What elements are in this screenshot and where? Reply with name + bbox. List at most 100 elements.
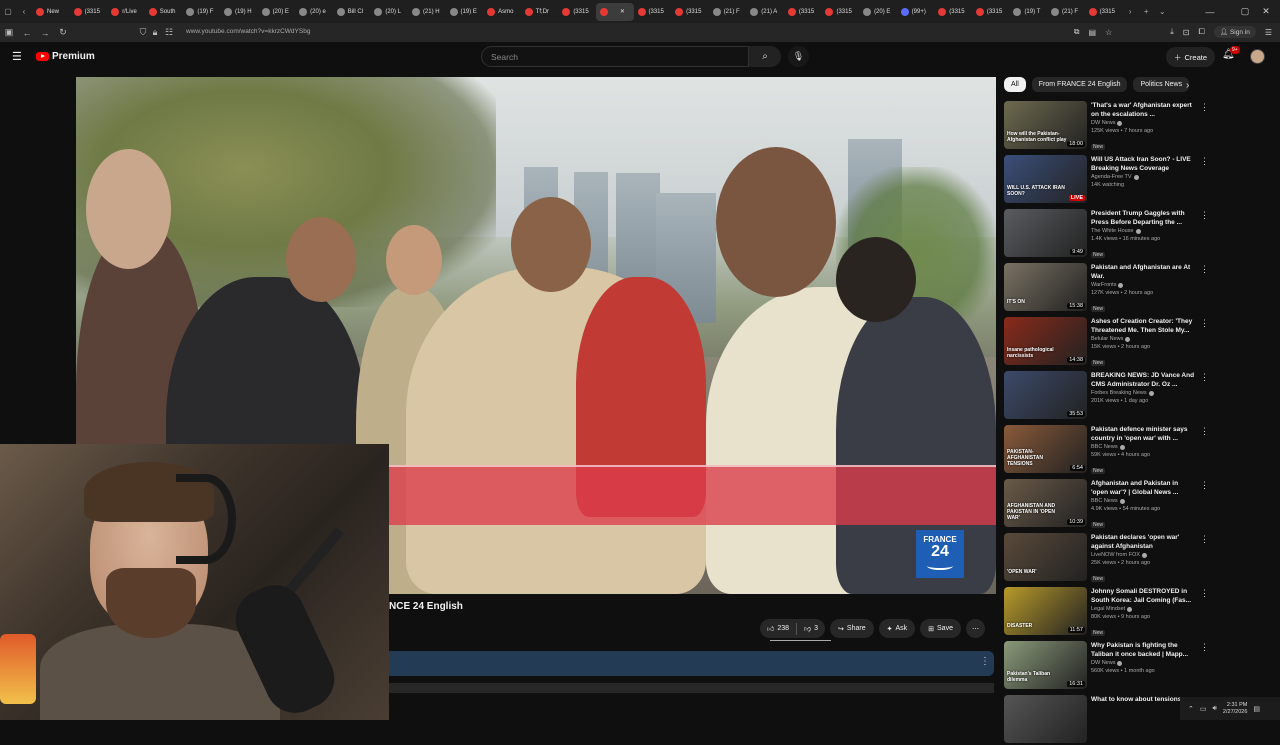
chip-politics-news[interactable]: Politics News [1133,77,1190,92]
video-title[interactable]: Pakistan and Afghanistan are At War. [1091,263,1196,281]
download-icon[interactable]: ⤓ [1170,27,1174,37]
recommended-video[interactable]: How will the Pakistan-Afghanistan confli… [1004,101,1209,151]
recommended-video[interactable]: Pakistan's Taliban dilemma 16:31 Why Pakis… [1004,641,1209,691]
screenshot-icon[interactable]: ⊡ [1183,28,1190,37]
create-button[interactable]: ＋ Create [1166,47,1216,67]
video-thumbnail[interactable]: DISASTER 11:57 [1004,587,1087,635]
recommended-video[interactable]: WILL U.S. ATTACK IRAN SOON? LIVE Will US A… [1004,155,1209,205]
browser-tab[interactable]: Tf;Dr [521,3,559,21]
video-more-options-icon[interactable]: ⋮ [1200,102,1209,113]
channel-name[interactable]: WarFronts [1091,281,1196,289]
browser-tab[interactable]: South [145,3,183,21]
channel-name[interactable]: DW News [1091,659,1196,667]
browser-tab[interactable]: (21) F [1047,3,1085,21]
browser-tab[interactable]: (20) e [295,3,333,21]
channel-name[interactable]: Legal Mindset [1091,605,1196,613]
browser-tab[interactable]: (3315 [821,3,859,21]
video-thumbnail[interactable]: AFGHANISTAN AND PAKISTAN IN 'OPEN WAR' 10… [1004,479,1087,527]
channel-name[interactable]: Agenda-Free TV [1091,173,1196,181]
recommended-video[interactable]: PAKISTAN-AFGHANISTAN TENSIONS 6:54 Pakista… [1004,425,1209,475]
tray-chevron-icon[interactable]: ⌃ [1188,705,1194,713]
browser-tab[interactable]: (3315 [671,3,709,21]
browser-tab[interactable]: (21) A [746,3,784,21]
minimize-icon[interactable]: — [1196,0,1224,23]
tab-scroll-left-icon[interactable]: ‹ [16,0,32,23]
browser-menu-icon[interactable]: ☰ [1265,28,1272,37]
search-icon[interactable]: ⌕ [749,46,781,67]
browser-tab[interactable]: (21) F [709,3,747,21]
video-title[interactable]: Why Pakistan is fighting the Taliban it … [1091,641,1196,659]
recommended-video[interactable]: IT'S ON 15:38 Pakistan and Afghanistan are… [1004,263,1209,313]
video-thumbnail[interactable]: 'OPEN WAR' [1004,533,1087,581]
channel-name[interactable]: BBC News [1091,497,1196,505]
video-title[interactable]: Pakistan declares 'open war' against Afg… [1091,533,1196,551]
video-more-options-icon[interactable]: ⋮ [1200,534,1209,545]
video-more-options-icon[interactable]: ⋮ [1200,318,1209,329]
video-thumbnail[interactable]: IT'S ON 15:38 [1004,263,1087,311]
browser-tab[interactable]: (19) E [446,3,484,21]
browser-tab[interactable]: r/Live [107,3,145,21]
video-more-options-icon[interactable]: ⋮ [1200,372,1209,383]
video-thumbnail[interactable]: How will the Pakistan-Afghanistan confli… [1004,101,1087,149]
video-thumbnail[interactable]: 35:53 [1004,371,1087,419]
video-more-options-icon[interactable]: ⋮ [1200,588,1209,599]
recommended-video[interactable]: AFGHANISTAN AND PAKISTAN IN 'OPEN WAR' 10… [1004,479,1209,529]
recommended-video[interactable]: 35:53 BREAKING NEWS: JD Vance And CMS Adm… [1004,371,1209,421]
browser-tab[interactable]: (3315 [784,3,822,21]
notification-center-icon[interactable]: ▤ [1253,705,1260,713]
microphone-icon[interactable]: 🎙︎ [788,46,809,67]
video-more-options-icon[interactable]: ⋮ [1200,480,1209,491]
tab-scroll-right-icon[interactable]: › [1122,0,1138,23]
picture-in-picture-icon[interactable]: ⧉ [1074,27,1080,37]
sidebar-toggle-icon[interactable]: ▣ [0,23,18,42]
close-window-icon[interactable]: ✕ [1252,0,1280,23]
browser-tab[interactable]: (19) T [1009,3,1047,21]
browser-tab[interactable]: (3315 [70,3,108,21]
tab-menu-chevron-icon[interactable]: ⌄ [1154,0,1170,23]
channel-name[interactable]: Belular News [1091,335,1196,343]
video-more-options-icon[interactable]: ⋮ [1200,426,1209,437]
browser-tab[interactable]: (3315 [558,3,596,21]
back-icon[interactable]: ← [18,23,36,42]
video-title[interactable]: Pakistan defence minister says country i… [1091,425,1196,443]
video-more-options-icon[interactable]: ⋮ [1200,642,1209,653]
video-thumbnail[interactable]: Pakistan's Taliban dilemma 16:31 [1004,641,1087,689]
ask-button[interactable]: ✦ Ask [878,619,916,638]
channel-name[interactable]: BBC News [1091,443,1196,451]
browser-tab[interactable]: (19) H [220,3,258,21]
url-field[interactable]: www.youtube.com/watch?v=kkrzCWdYSbg [186,28,310,35]
browser-tab[interactable]: (3315 [934,3,972,21]
chip-from-channel[interactable]: From FRANCE 24 English [1031,77,1128,92]
avatar[interactable] [1250,49,1265,64]
video-thumbnail[interactable]: PAKISTAN-AFGHANISTAN TENSIONS 6:54 [1004,425,1087,473]
video-title[interactable]: Johnny Somali DESTROYED in South Korea: … [1091,587,1196,605]
save-button[interactable]: ⊞ Save [920,619,961,638]
browser-tab[interactable]: New [32,3,70,21]
browser-tab[interactable]: (99+) [897,3,935,21]
channel-name[interactable]: DW News [1091,119,1196,127]
browser-tab[interactable]: Asmo [483,3,521,21]
video-more-options-icon[interactable]: ⋮ [1200,264,1209,275]
recommended-video[interactable]: Insane pathological narcissists 14:38 Ashe… [1004,317,1209,367]
browser-tab[interactable]: Bill Cl [333,3,371,21]
dislike-button[interactable]: 👎︎ 3 [797,619,825,638]
video-title[interactable]: President Trump Gaggles with Press Befor… [1091,209,1196,227]
recommended-video[interactable]: 9:49 President Trump Gaggles with Press B… [1004,209,1209,259]
channel-name[interactable]: Forbes Breaking News [1091,389,1196,397]
browser-tab[interactable]: (20) E [258,3,296,21]
recommended-video[interactable]: DISASTER 11:57 Johnny Somali DESTROYED in … [1004,587,1209,637]
sign-in-button[interactable]: 👤︎ Sign in [1213,26,1256,38]
video-title[interactable]: 'That's a war' Afghanistan expert on the… [1091,101,1196,119]
chip-all[interactable]: All [1004,77,1026,92]
site-info-icon[interactable]: ☷ [160,23,178,42]
video-title[interactable]: Afghanistan and Pakistan in 'open war'? … [1091,479,1196,497]
description-box[interactable] [389,651,994,676]
video-thumbnail[interactable] [1004,695,1087,743]
browser-tab[interactable]: (3315 [634,3,672,21]
video-thumbnail[interactable]: WILL U.S. ATTACK IRAN SOON? LIVE [1004,155,1087,203]
chevron-right-icon[interactable]: › [1186,80,1189,91]
video-title[interactable]: Ashes of Creation Creator: 'They Threate… [1091,317,1196,335]
channel-name[interactable]: LiveNOW from FOX [1091,551,1196,559]
browser-tab[interactable]: (19) F [182,3,220,21]
browser-tab[interactable]: (20) E [859,3,897,21]
